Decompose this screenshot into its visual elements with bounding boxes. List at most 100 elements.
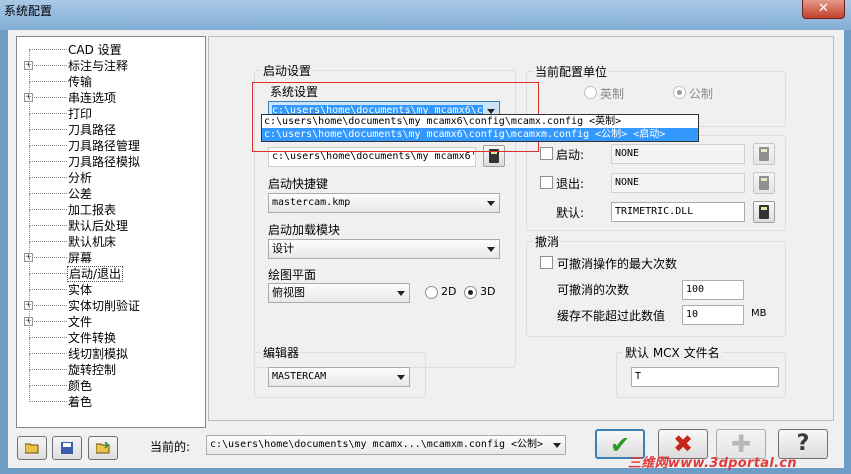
editor-title: 编辑器 <box>261 344 302 361</box>
radio-metric-label: 公制 <box>689 87 714 101</box>
tree-item-label: 公差 <box>68 187 93 201</box>
radio-imperial[interactable] <box>584 86 597 99</box>
startup-field[interactable]: NONE <box>611 144 745 164</box>
tree-item[interactable]: 加工报表 <box>17 194 205 218</box>
tree-connector <box>29 49 67 50</box>
tree-connector <box>29 209 67 210</box>
tree-item-label: 实体 <box>68 283 93 297</box>
default-field[interactable]: TRIMETRIC.DLL <box>611 202 745 222</box>
tree-item-label: 线切割模拟 <box>68 347 129 361</box>
mcx-filename-group: 默认 MCX 文件名 T <box>616 344 786 398</box>
tree-item[interactable]: 传输 <box>17 66 205 90</box>
tree-connector <box>29 210 30 226</box>
tree-item-label: CAD 设置 <box>68 43 122 57</box>
buffer-value: 10 <box>686 309 699 320</box>
editor-group: 编辑器 MASTERCAM <box>254 344 426 398</box>
tree-item-label: 刀具路径模拟 <box>68 155 141 169</box>
tree-item[interactable]: 刀具路径模拟 <box>17 146 205 170</box>
mcx-filename-field[interactable]: T <box>631 367 779 387</box>
radio-2d[interactable] <box>425 286 438 299</box>
tree-item-label: 屏幕 <box>68 251 93 265</box>
category-tree[interactable]: CAD 设置 + 标注与注释 传输 + 串连选项 打印 刀具路径 刀具路径管理 刀具路径模拟 分析公… <box>16 36 206 428</box>
tree-item[interactable]: 打印 <box>17 98 205 122</box>
editor-combo[interactable]: MASTERCAM <box>268 367 410 387</box>
tree-item[interactable]: 默认后处理 <box>17 210 205 234</box>
tree-item-label: 加工报表 <box>68 203 117 217</box>
buffer-label: 缓存不能超过此数值 <box>557 309 666 323</box>
undo-title: 撤消 <box>533 233 562 250</box>
tree-connector <box>29 65 67 66</box>
tree-item[interactable]: 启动/退出 <box>17 258 205 282</box>
tree-connector <box>29 337 67 338</box>
addin-combo[interactable]: 设计 <box>268 239 500 259</box>
save-config-button[interactable] <box>52 436 82 460</box>
tree-item[interactable]: 旋转控制 <box>17 354 205 378</box>
current-config-value: c:\users\home\documents\my mcamx...\mcam… <box>210 439 544 450</box>
tree-connector <box>29 66 30 82</box>
tree-item[interactable]: + 串连选项 <box>17 82 205 106</box>
radio-metric[interactable] <box>673 86 686 99</box>
tree-connector <box>29 305 67 306</box>
tree-connector <box>29 81 67 82</box>
tree-connector <box>29 241 67 242</box>
help-icon: ? <box>796 431 810 456</box>
plane-combo[interactable]: 俯视图 <box>268 283 410 303</box>
tree-item[interactable]: + 文件 <box>17 306 205 330</box>
radio-3d[interactable] <box>464 286 477 299</box>
tree-item[interactable]: 颜色 <box>17 370 205 394</box>
undo-count-field[interactable]: 100 <box>682 280 744 300</box>
plane-label: 绘图平面 <box>268 268 317 282</box>
tree-item[interactable]: 公差 <box>17 178 205 202</box>
tree-connector <box>29 354 30 370</box>
mcx-filename-title: 默认 MCX 文件名 <box>623 344 722 361</box>
tree-connector <box>29 145 67 146</box>
tree-item[interactable]: CAD 设置 <box>17 42 205 58</box>
file-browse-icon <box>759 205 769 219</box>
tree-item[interactable]: 默认机床 <box>17 226 205 250</box>
browse-startup-button[interactable] <box>753 143 775 165</box>
tree-item[interactable]: 刀具路径管理 <box>17 130 205 154</box>
browse-default-button[interactable] <box>753 201 775 223</box>
tree-item[interactable]: + 屏幕 <box>17 242 205 266</box>
chevron-down-icon <box>553 443 561 448</box>
open-config-button[interactable] <box>17 436 47 460</box>
tree-item-label: 着色 <box>68 395 93 409</box>
tree-item[interactable]: + 标注与注释 <box>17 50 205 74</box>
file-browse-icon <box>759 176 769 190</box>
tree-connector <box>29 258 30 274</box>
current-config-combo[interactable]: c:\users\home\documents\my mcamx...\mcam… <box>206 435 566 455</box>
chevron-down-icon <box>487 201 495 206</box>
mcx-filename-value: T <box>635 371 642 382</box>
tree-item[interactable]: 着色 <box>17 386 205 410</box>
dropdown-option-imperial[interactable]: c:\users\home\documents\my mcamx6\config… <box>262 115 698 128</box>
tree-item[interactable]: 刀具路径 <box>17 114 205 138</box>
tree-item-label: 旋转控制 <box>68 363 117 377</box>
close-button[interactable]: ✕ <box>802 0 845 19</box>
default-value: TRIMETRIC.DLL <box>615 206 694 217</box>
merge-config-button[interactable] <box>88 436 118 460</box>
radio-3d-label: 3D <box>480 285 496 298</box>
browse-exit-button[interactable] <box>753 172 775 194</box>
tree-connector <box>29 353 67 354</box>
tree-item[interactable]: 文件转换 <box>17 322 205 346</box>
tree-item[interactable]: 分析 <box>17 162 205 186</box>
startup-checkbox[interactable] <box>540 147 553 160</box>
system-config-dropdown[interactable]: c:\users\home\documents\my mcamx6\config… <box>261 114 699 142</box>
exit-checkbox[interactable] <box>540 176 553 189</box>
undo-count-value: 100 <box>686 284 705 295</box>
buffer-field[interactable]: 10 <box>682 305 744 325</box>
tree-connector <box>29 129 67 130</box>
exit-field[interactable]: NONE <box>611 173 745 193</box>
addin-label: 启动加载模块 <box>268 223 341 237</box>
radio-2d-label: 2D <box>441 285 457 298</box>
max-undo-checkbox[interactable] <box>540 256 553 269</box>
hotkey-combo[interactable]: mastercam.kmp <box>268 193 500 213</box>
tree-item[interactable]: + 实体切削验证 <box>17 290 205 314</box>
system-config-window: 系统配置 ✕ CAD 设置 + 标注与注释 传输 + 串连选项 打印 刀具路径 刀具路径管理 刀具… <box>0 0 851 474</box>
tree-item[interactable]: 实体 <box>17 274 205 298</box>
tree-item[interactable]: 线切割模拟 <box>17 338 205 362</box>
save-disk-icon <box>61 442 73 454</box>
tree-connector <box>29 274 30 290</box>
tree-connector <box>29 401 67 402</box>
dropdown-option-metric[interactable]: c:\users\home\documents\my mcamx6\config… <box>262 128 698 141</box>
